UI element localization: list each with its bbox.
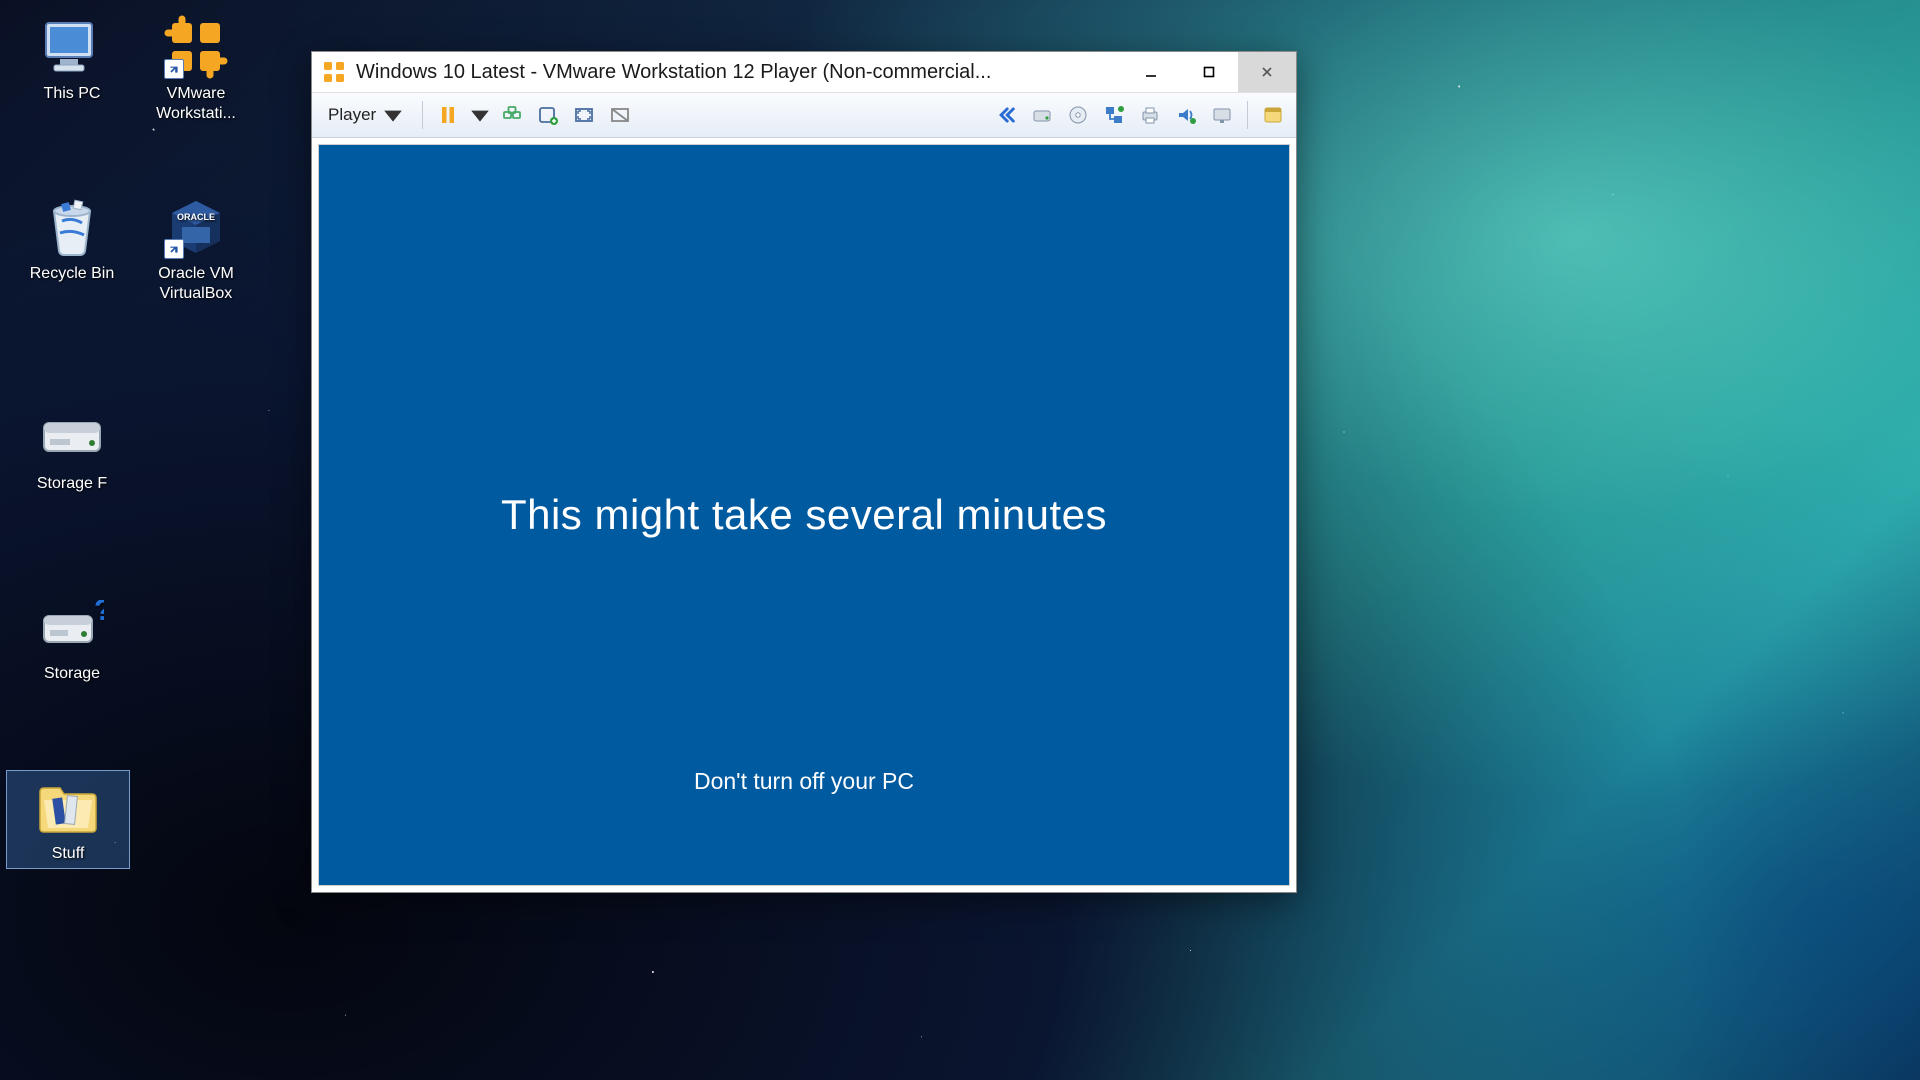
- desktop-icon-label: Storage: [44, 664, 100, 684]
- desktop-icon-vmware[interactable]: VMware Workstati...: [134, 10, 258, 129]
- manage-button[interactable]: [1258, 100, 1288, 130]
- minimize-button[interactable]: [1122, 52, 1180, 92]
- guest-screen: This might take several minutes Don't tu…: [318, 144, 1290, 886]
- recycle-bin-icon: [40, 195, 104, 259]
- folder-icon: [36, 775, 100, 839]
- desktop[interactable]: This PC VMware Workstati... Recycle Bin …: [0, 0, 1920, 1080]
- pause-button[interactable]: [433, 100, 463, 130]
- maximize-button[interactable]: [1180, 52, 1238, 92]
- cd-dvd-device-icon[interactable]: [1063, 100, 1093, 130]
- shortcut-overlay-icon: [164, 239, 184, 259]
- toolbar-separator: [1247, 101, 1248, 129]
- svg-text:?: ?: [94, 600, 104, 627]
- player-menu-button[interactable]: Player: [320, 100, 412, 130]
- desktop-icon-virtualbox[interactable]: ORACLE Oracle VM VirtualBox: [134, 190, 258, 309]
- close-button[interactable]: [1238, 52, 1296, 92]
- desktop-icon-stuff[interactable]: Stuff: [6, 770, 130, 869]
- drive-icon: [40, 405, 104, 469]
- window-title: Windows 10 Latest - VMware Workstation 1…: [356, 61, 1122, 84]
- dropdown-icon: [382, 104, 404, 126]
- unity-button[interactable]: [605, 100, 635, 130]
- toolbar-separator: [422, 101, 423, 129]
- snapshot-button[interactable]: [533, 100, 563, 130]
- desktop-icon-label: Stuff: [52, 844, 85, 864]
- printer-device-icon[interactable]: [1135, 100, 1165, 130]
- desktop-icon-storage-f[interactable]: Storage F: [10, 400, 134, 499]
- network-device-icon[interactable]: [1099, 100, 1129, 130]
- desktop-icon-this-pc[interactable]: This PC: [10, 10, 134, 109]
- virtualbox-icon: ORACLE: [164, 195, 228, 259]
- vmware-player-window[interactable]: Windows 10 Latest - VMware Workstation 1…: [311, 51, 1297, 893]
- setup-main-message: This might take several minutes: [501, 491, 1107, 539]
- desktop-icon-label: Oracle VM VirtualBox: [137, 264, 255, 304]
- computer-icon: [40, 15, 104, 79]
- expand-devices-button[interactable]: [991, 100, 1021, 130]
- desktop-icon-label: Storage F: [37, 474, 107, 494]
- player-menu-label: Player: [328, 105, 376, 125]
- toolbar: Player: [312, 93, 1296, 138]
- titlebar[interactable]: Windows 10 Latest - VMware Workstation 1…: [312, 52, 1296, 93]
- drive-help-icon: ?: [40, 595, 104, 659]
- sound-device-icon[interactable]: [1171, 100, 1201, 130]
- desktop-icon-recycle-bin[interactable]: Recycle Bin: [10, 190, 134, 289]
- desktop-icon-label: VMware Workstati...: [137, 84, 255, 124]
- desktop-icon-label: This PC: [44, 84, 101, 104]
- shortcut-overlay-icon: [164, 59, 184, 79]
- vmware-icon: [164, 15, 228, 79]
- setup-sub-message: Don't turn off your PC: [694, 768, 914, 795]
- vmware-app-icon: [322, 60, 346, 84]
- svg-text:ORACLE: ORACLE: [177, 212, 215, 222]
- hard-disk-device-icon[interactable]: [1027, 100, 1057, 130]
- fullscreen-button[interactable]: [569, 100, 599, 130]
- desktop-icon-label: Recycle Bin: [30, 264, 114, 284]
- display-device-icon[interactable]: [1207, 100, 1237, 130]
- desktop-icon-storage[interactable]: ? Storage: [10, 590, 134, 689]
- send-ctrl-alt-del-button[interactable]: [497, 100, 527, 130]
- power-menu-button[interactable]: [469, 100, 491, 130]
